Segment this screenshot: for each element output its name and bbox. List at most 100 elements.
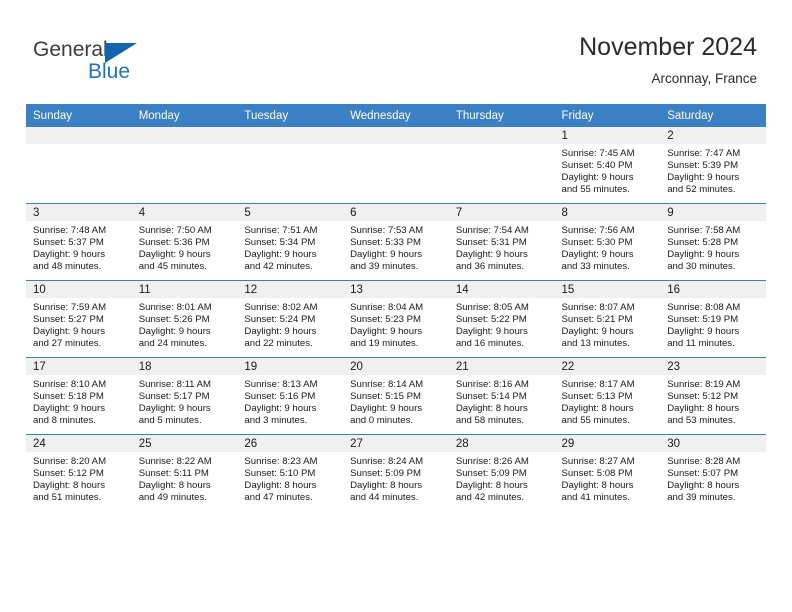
day-number: 27 (343, 435, 449, 452)
day-details: Sunrise: 8:24 AM Sunset: 5:09 PM Daylight:… (343, 452, 449, 504)
daylight-duration-line1: Daylight: 9 hours (33, 402, 105, 414)
daylight-duration-line2: and 49 minutes. (138, 491, 207, 503)
calendar-day-cell-empty (26, 127, 132, 204)
daylight-duration-line1: Daylight: 9 hours (138, 402, 211, 414)
daylight-duration-line2: and 52 minutes. (667, 183, 736, 195)
daylight-duration-line2: and 42 minutes. (244, 260, 313, 272)
day-number: 1 (554, 127, 661, 144)
sunset-time: Sunset: 5:40 PM (561, 159, 633, 171)
calendar-day-cell[interactable]: 9 Sunrise: 7:58 AM Sunset: 5:28 PM Daylight… (660, 203, 766, 281)
sunrise-time: Sunrise: 7:59 AM (33, 302, 107, 313)
day-details: Sunrise: 7:51 AM Sunset: 5:34 PM Daylight:… (237, 221, 343, 273)
sunset-time: Sunset: 5:13 PM (561, 390, 633, 402)
calendar-day-cell[interactable]: 17 Sunrise: 8:10 AM Sunset: 5:18 PM Dayligh… (26, 357, 132, 435)
sunset-time: Sunset: 5:23 PM (350, 313, 422, 325)
calendar-day-cell[interactable]: 29 Sunrise: 8:27 AM Sunset: 5:08 PM Dayligh… (554, 434, 661, 511)
sunset-time: Sunset: 5:21 PM (561, 313, 633, 325)
calendar-day-cell[interactable]: 10 Sunrise: 7:59 AM Sunset: 5:27 PM Dayligh… (26, 280, 132, 358)
calendar-day-cell[interactable]: 28 Sunrise: 8:26 AM Sunset: 5:09 PM Dayligh… (448, 434, 555, 511)
calendar-day-cell[interactable]: 25 Sunrise: 8:22 AM Sunset: 5:11 PM Dayligh… (131, 434, 238, 511)
calendar-day-cell[interactable]: 26 Sunrise: 8:23 AM Sunset: 5:10 PM Dayligh… (237, 434, 344, 511)
daylight-duration-line1: Daylight: 9 hours (244, 402, 317, 414)
day-details: Sunrise: 7:54 AM Sunset: 5:31 PM Daylight:… (449, 221, 555, 273)
sunset-time: Sunset: 5:16 PM (244, 390, 316, 402)
sunrise-sunset-calendar-table: Sunday Monday Tuesday Wednesday Thursday Frid… (26, 104, 766, 511)
day-number: 19 (237, 358, 344, 375)
calendar-day-cell[interactable]: 13 Sunrise: 8:04 AM Sunset: 5:23 PM Dayligh… (343, 280, 449, 358)
day-number: 23 (660, 358, 766, 375)
daylight-duration-line1: Daylight: 9 hours (667, 171, 740, 183)
daylight-duration-line1: Daylight: 9 hours (455, 325, 528, 337)
day-number: 20 (343, 358, 449, 375)
calendar-day-cell[interactable]: 5 Sunrise: 7:51 AM Sunset: 5:34 PM Daylight… (237, 203, 344, 281)
calendar-day-cell[interactable]: 20 Sunrise: 8:14 AM Sunset: 5:15 PM Dayligh… (343, 357, 449, 435)
calendar-day-cell[interactable]: 7 Sunrise: 7:54 AM Sunset: 5:31 PM Daylight… (448, 203, 555, 281)
calendar-day-cell[interactable]: 4 Sunrise: 7:50 AM Sunset: 5:36 PM Daylight… (131, 203, 238, 281)
day-number: 2 (660, 127, 766, 144)
day-number: 17 (26, 358, 132, 375)
page-title: November 2024 (579, 33, 757, 61)
day-number: 24 (26, 435, 132, 452)
daylight-duration-line2: and 19 minutes. (350, 337, 419, 349)
day-details: Sunrise: 8:07 AM Sunset: 5:21 PM Daylight:… (555, 298, 661, 350)
calendar-day-cell[interactable]: 11 Sunrise: 8:01 AM Sunset: 5:26 PM Dayligh… (131, 280, 238, 358)
calendar-day-cell[interactable]: 6 Sunrise: 7:53 AM Sunset: 5:33 PM Daylight… (343, 203, 449, 281)
sunrise-time: Sunrise: 8:19 AM (667, 379, 741, 390)
sunrise-time: Sunrise: 8:27 AM (561, 456, 635, 467)
sunset-time: Sunset: 5:14 PM (455, 390, 527, 402)
daylight-duration-line2: and 42 minutes. (455, 491, 525, 503)
calendar-day-cell[interactable]: 12 Sunrise: 8:02 AM Sunset: 5:24 PM Dayligh… (237, 280, 344, 358)
general-blue-logo[interactable]: General Blue (33, 38, 233, 88)
sunrise-time: Sunrise: 7:45 AM (561, 148, 635, 159)
calendar-day-cell[interactable]: 24 Sunrise: 8:20 AM Sunset: 5:12 PM Dayligh… (26, 434, 132, 511)
day-details: Sunrise: 7:48 AM Sunset: 5:37 PM Daylight:… (26, 221, 132, 273)
calendar-day-cell[interactable]: 30 Sunrise: 8:28 AM Sunset: 5:07 PM Dayligh… (660, 434, 766, 511)
daylight-duration-line2: and 51 minutes. (33, 491, 102, 503)
calendar-day-cell[interactable]: 15 Sunrise: 8:07 AM Sunset: 5:21 PM Dayligh… (554, 280, 661, 358)
day-number: 7 (448, 204, 555, 221)
sunset-time: Sunset: 5:22 PM (455, 313, 527, 325)
daylight-duration-line2: and 44 minutes. (350, 491, 419, 503)
sunset-time: Sunset: 5:33 PM (350, 236, 422, 248)
day-details: Sunrise: 8:05 AM Sunset: 5:22 PM Daylight:… (449, 298, 555, 350)
sunset-time: Sunset: 5:27 PM (33, 313, 104, 325)
sunrise-time: Sunrise: 7:50 AM (138, 225, 212, 236)
day-number (448, 127, 555, 144)
calendar-day-cell[interactable]: 18 Sunrise: 8:11 AM Sunset: 5:17 PM Dayligh… (131, 357, 238, 435)
calendar-day-cell[interactable]: 1 Sunrise: 7:45 AM Sunset: 5:40 PM Daylight… (554, 127, 661, 204)
day-number: 10 (26, 281, 132, 298)
calendar-day-cell[interactable]: 27 Sunrise: 8:24 AM Sunset: 5:09 PM Dayligh… (343, 434, 449, 511)
daylight-duration-line1: Daylight: 8 hours (455, 402, 528, 414)
daylight-duration-line2: and 22 minutes. (244, 337, 313, 349)
day-number: 29 (554, 435, 661, 452)
day-number: 22 (554, 358, 661, 375)
sunrise-time: Sunrise: 8:14 AM (350, 379, 424, 390)
daylight-duration-line2: and 8 minutes. (33, 414, 96, 426)
daylight-duration-line1: Daylight: 9 hours (244, 325, 317, 337)
day-details: Sunrise: 7:47 AM Sunset: 5:39 PM Daylight:… (660, 144, 766, 196)
sunrise-time: Sunrise: 8:22 AM (138, 456, 212, 467)
calendar-day-cell[interactable]: 22 Sunrise: 8:17 AM Sunset: 5:13 PM Dayligh… (554, 357, 661, 435)
daylight-duration-line2: and 36 minutes. (455, 260, 525, 272)
weekday-header-thursday: Thursday (448, 104, 555, 127)
calendar-day-cell-empty (448, 127, 555, 204)
calendar-day-cell[interactable]: 8 Sunrise: 7:56 AM Sunset: 5:30 PM Daylight… (554, 203, 661, 281)
daylight-duration-line2: and 33 minutes. (561, 260, 630, 272)
day-details: Sunrise: 8:17 AM Sunset: 5:13 PM Daylight:… (555, 375, 661, 427)
daylight-duration-line2: and 39 minutes. (667, 491, 736, 503)
sunrise-time: Sunrise: 7:54 AM (455, 225, 529, 236)
sunset-time: Sunset: 5:07 PM (667, 467, 739, 479)
calendar-day-cell[interactable]: 21 Sunrise: 8:16 AM Sunset: 5:14 PM Dayligh… (448, 357, 555, 435)
calendar-day-cell[interactable]: 23 Sunrise: 8:19 AM Sunset: 5:12 PM Dayligh… (660, 357, 766, 435)
calendar-day-cell[interactable]: 16 Sunrise: 8:08 AM Sunset: 5:19 PM Dayligh… (660, 280, 766, 358)
day-number: 12 (237, 281, 344, 298)
calendar-day-cell[interactable]: 19 Sunrise: 8:13 AM Sunset: 5:16 PM Dayligh… (237, 357, 344, 435)
daylight-duration-line1: Daylight: 9 hours (33, 325, 105, 337)
calendar-day-cell[interactable]: 2 Sunrise: 7:47 AM Sunset: 5:39 PM Daylight… (660, 127, 766, 204)
day-number: 14 (448, 281, 555, 298)
calendar-day-cell[interactable]: 14 Sunrise: 8:05 AM Sunset: 5:22 PM Dayligh… (448, 280, 555, 358)
calendar-day-cell[interactable]: 3 Sunrise: 7:48 AM Sunset: 5:37 PM Daylight… (26, 203, 132, 281)
daylight-duration-line1: Daylight: 9 hours (350, 325, 423, 337)
day-number: 25 (131, 435, 238, 452)
sunrise-time: Sunrise: 7:48 AM (33, 225, 107, 236)
